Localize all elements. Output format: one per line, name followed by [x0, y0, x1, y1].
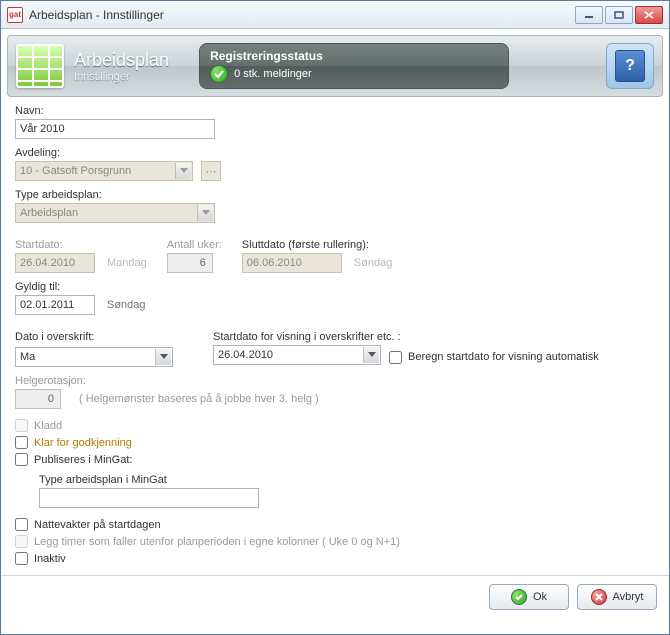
nattevakter-checkbox[interactable]: Nattevakter på startdagen — [15, 518, 655, 531]
sluttdato-dayname: Søndag — [354, 257, 393, 269]
avdeling-label: Avdeling: — [15, 147, 655, 159]
header-text: Arbeidsplan Innstillinger — [74, 50, 169, 83]
dato-overskrift-select[interactable] — [15, 347, 173, 367]
chevron-down-icon[interactable] — [363, 347, 379, 363]
settings-dialog: gat Arbeidsplan - Innstillinger Arbeidsp… — [0, 0, 670, 635]
antall-uker-input — [167, 253, 213, 273]
ellipsis-icon: ⋯ — [206, 165, 217, 178]
gyldig-til-dayname: Søndag — [107, 299, 146, 311]
avdeling-select — [15, 161, 193, 181]
cancel-icon — [591, 589, 607, 605]
chevron-down-icon — [197, 205, 213, 221]
startdato-input — [15, 253, 95, 273]
helgerotasjon-hint: ( Helgemønster baseres på å jobbe hver 3… — [79, 393, 319, 405]
dato-overskrift-label: Dato i overskrift: — [15, 331, 193, 343]
legg-timer-checkbox: Legg timer som faller utenfor planperiod… — [15, 535, 655, 548]
startdato-dayname: Mandag — [107, 257, 147, 269]
gyldig-til-label: Gyldig til: — [15, 281, 655, 293]
startdato-label: Startdato: — [15, 239, 147, 251]
ok-button[interactable]: Ok — [489, 584, 569, 610]
beregn-auto-checkbox[interactable]: Beregn startdato for visning automatisk — [389, 351, 599, 364]
avdeling-more-button: ⋯ — [201, 161, 221, 181]
inaktiv-checkbox[interactable]: Inaktiv — [15, 552, 655, 565]
check-icon — [511, 589, 527, 605]
registration-status: Registreringsstatus 0 stk. meldinger — [199, 43, 509, 89]
status-title: Registreringsstatus — [210, 49, 498, 63]
type-mingat-input[interactable] — [39, 488, 259, 508]
calendar-icon — [16, 44, 64, 88]
button-bar: Ok Avbryt — [1, 575, 669, 618]
chevron-down-icon[interactable] — [155, 349, 171, 365]
type-mingat-label: Type arbeidsplan i MinGat — [39, 474, 655, 486]
header-title: Arbeidsplan — [74, 50, 169, 71]
close-button[interactable] — [635, 6, 663, 24]
helgerotasjon-label: Helgerotasjon: — [15, 375, 655, 387]
gyldig-til-input[interactable] — [15, 295, 95, 315]
startdato-visning-select[interactable] — [213, 345, 381, 365]
type-arbeidsplan-label: Type arbeidsplan: — [15, 189, 655, 201]
antall-uker-label: Antall uker: — [167, 239, 222, 251]
help-button[interactable] — [606, 43, 654, 89]
navn-label: Navn: — [15, 105, 655, 117]
header-panel: Arbeidsplan Innstillinger Registreringss… — [7, 35, 663, 97]
titlebar: gat Arbeidsplan - Innstillinger — [1, 1, 669, 29]
type-arbeidsplan-select — [15, 203, 215, 223]
help-book-icon — [615, 50, 645, 82]
navn-input[interactable] — [15, 119, 215, 139]
header-subtitle: Innstillinger — [74, 71, 169, 83]
status-message: 0 stk. meldinger — [234, 68, 312, 80]
kladd-checkbox: Kladd — [15, 419, 655, 432]
minimize-button[interactable] — [575, 6, 603, 24]
avbryt-button[interactable]: Avbryt — [577, 584, 657, 610]
window-title: Arbeidsplan - Innstillinger — [29, 8, 573, 22]
startdato-visning-label: Startdato for visning i overskrifter etc… — [213, 331, 599, 343]
publiseres-mingat-checkbox[interactable]: Publiseres i MinGat: — [15, 453, 655, 466]
sluttdato-label: Sluttdato (første rullering): — [242, 239, 393, 251]
helgerotasjon-input — [15, 389, 61, 409]
klar-godkjenning-checkbox[interactable]: Klar for godkjenning — [15, 436, 655, 449]
app-icon: gat — [7, 7, 23, 23]
form-body: Navn: Avdeling: ⋯ Type arbeidsplan: Star — [1, 105, 669, 569]
chevron-down-icon — [175, 163, 191, 179]
sluttdato-input — [242, 253, 342, 273]
status-ok-icon — [210, 65, 228, 83]
maximize-button[interactable] — [605, 6, 633, 24]
